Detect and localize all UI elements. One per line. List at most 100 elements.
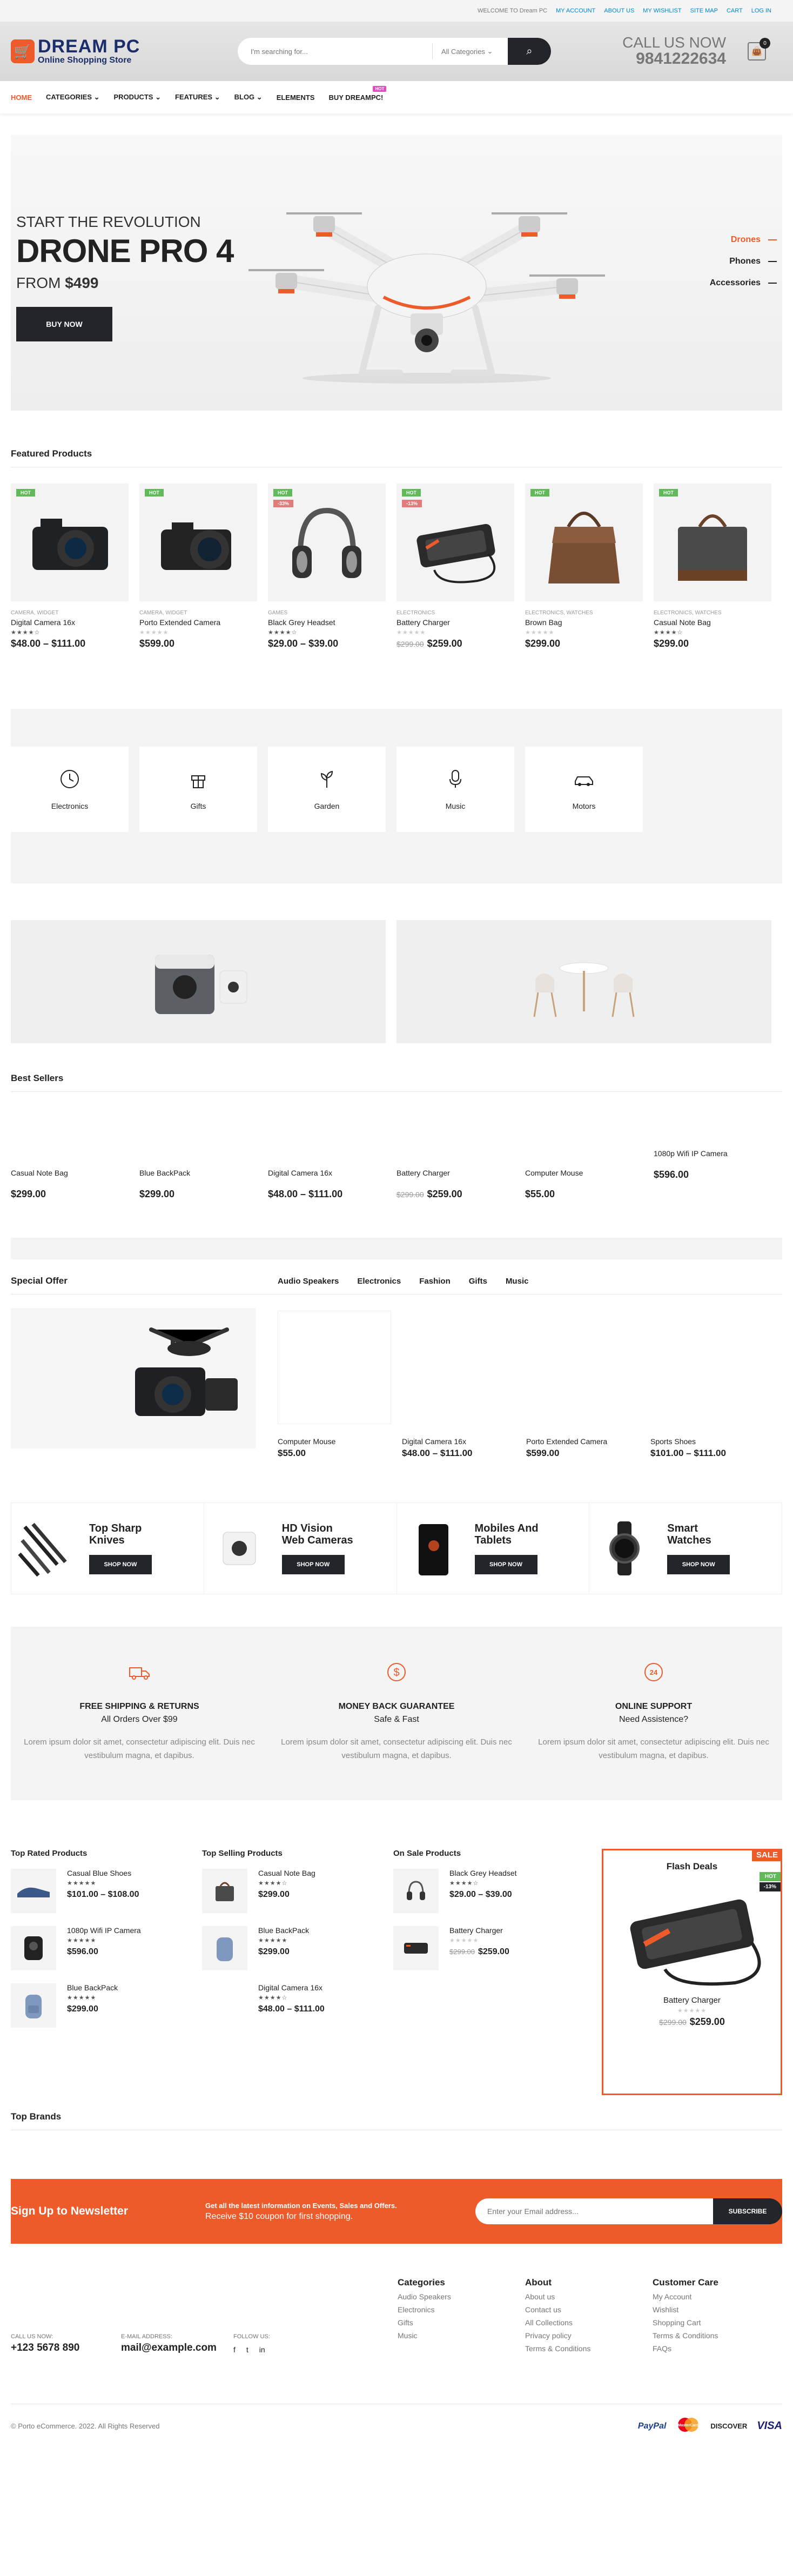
tab-gifts[interactable]: Gifts <box>469 1277 487 1286</box>
tab-music[interactable]: Music <box>506 1277 529 1286</box>
list-item[interactable]: 1080p Wifi IP Camera ★★★★★ $596.00 <box>11 1926 182 1970</box>
search-input[interactable] <box>238 38 432 65</box>
product-name[interactable]: Porto Extended Camera <box>139 618 257 627</box>
buy-now-button[interactable]: BUY NOW <box>16 307 112 341</box>
twitter-icon[interactable]: t <box>246 2345 248 2354</box>
product-thumb[interactable] <box>11 1926 56 1970</box>
bestseller-item[interactable]: Computer Mouse $55.00 <box>525 1103 643 1216</box>
product-name[interactable]: Blue BackPack <box>67 1983 118 1992</box>
product-thumb[interactable] <box>393 1926 439 1970</box>
search-button[interactable]: ⌕ <box>508 38 551 65</box>
list-item[interactable]: Casual Blue Shoes ★★★★★ $101.00 – $108.00 <box>11 1869 182 1913</box>
footer-link[interactable]: FAQs <box>653 2342 718 2355</box>
nav-buy-dreampc[interactable]: BUY DREAMPC! HOT <box>328 85 387 102</box>
product-image[interactable]: HOT <box>139 484 257 601</box>
shop-now-button[interactable]: SHOP NOW <box>281 1555 345 1574</box>
product-category[interactable]: CAMERA, WIDGET <box>139 610 257 616</box>
product-category[interactable]: CAMERA, WIDGET <box>11 610 129 616</box>
product-name[interactable]: Digital Camera 16x <box>402 1437 466 1446</box>
nav-home[interactable]: HOME <box>11 93 32 102</box>
list-item[interactable]: Digital Camera 16x ★★★★☆ $48.00 – $111.00 <box>202 1983 373 2028</box>
footer-link[interactable]: All Collections <box>525 2316 590 2329</box>
newsletter-email-input[interactable] <box>475 2198 713 2224</box>
special-item[interactable]: Computer Mouse $55.00 <box>278 1308 396 1465</box>
bestseller-item[interactable]: Casual Note Bag $299.00 <box>11 1103 129 1216</box>
product-name[interactable]: Blue BackPack <box>258 1926 309 1935</box>
product-name[interactable]: Computer Mouse <box>278 1437 335 1446</box>
product-card[interactable]: HOT -13% ELECTRONICS Battery Charger ★★★★… <box>396 484 514 649</box>
nav-categories[interactable]: CATEGORIES ⌄ <box>46 93 100 102</box>
product-name[interactable]: Casual Note Bag <box>11 1169 68 1177</box>
call-phone[interactable]: 9841222634 <box>622 50 726 68</box>
product-image[interactable]: HOT -33% <box>268 484 386 601</box>
facebook-icon[interactable]: f <box>233 2345 236 2354</box>
product-image[interactable]: HOT <box>654 484 771 601</box>
bestseller-item[interactable]: Digital Camera 16x $48.00 – $111.00 <box>268 1103 386 1216</box>
banner-camera[interactable] <box>11 920 386 1043</box>
footer-link[interactable]: Gifts <box>398 2316 451 2329</box>
product-card[interactable]: HOT ELECTRONICS, WATCHES Casual Note Bag… <box>654 484 771 649</box>
footer-link[interactable]: Terms & Conditions <box>653 2329 718 2342</box>
footer-link[interactable]: Privacy policy <box>525 2329 590 2342</box>
product-name[interactable]: Computer Mouse <box>525 1169 583 1177</box>
special-item[interactable]: Sports Shoes $101.00 – $111.00 <box>650 1308 769 1465</box>
product-thumb[interactable] <box>202 1926 247 1970</box>
footer-link[interactable]: About us <box>525 2290 590 2303</box>
product-thumb[interactable] <box>11 1983 56 2028</box>
bestseller-item[interactable]: 1080p Wifi IP Camera $596.00 <box>654 1103 771 1216</box>
category-garden[interactable]: Garden <box>268 747 386 832</box>
link-my-account[interactable]: MY ACCOUNT <box>556 8 595 14</box>
footer-phone-value[interactable]: +123 5678 890 <box>11 2342 79 2354</box>
promo-knives[interactable]: Top Sharp Knives SHOP NOW <box>11 1503 204 1594</box>
product-name[interactable]: Black Grey Headset <box>268 618 386 627</box>
footer-link[interactable]: Music <box>398 2329 451 2342</box>
category-gifts[interactable]: Gifts <box>139 747 257 832</box>
product-name[interactable]: Casual Note Bag <box>258 1869 315 1877</box>
product-thumb[interactable] <box>202 1983 247 2028</box>
list-item[interactable]: Blue BackPack ★★★★★ $299.00 <box>202 1926 373 1970</box>
link-about-us[interactable]: ABOUT US <box>604 8 634 14</box>
product-name[interactable]: Casual Note Bag <box>654 618 771 627</box>
product-name[interactable]: Battery Charger <box>603 1996 781 2005</box>
category-select[interactable]: All Categories ⌄ <box>432 43 508 59</box>
shop-now-button[interactable]: SHOP NOW <box>89 1555 152 1574</box>
product-card[interactable]: HOT CAMERA, WIDGET Digital Camera 16x ★★… <box>11 484 129 649</box>
nav-elements[interactable]: ELEMENTS <box>277 93 315 102</box>
product-name[interactable]: Battery Charger <box>396 1169 450 1177</box>
product-name[interactable]: Battery Charger <box>396 618 514 627</box>
product-name[interactable]: Brown Bag <box>525 618 643 627</box>
product-name[interactable]: Black Grey Headset <box>449 1869 517 1877</box>
hero-cat-accessories[interactable]: Accessories <box>710 278 777 288</box>
product-name[interactable]: Battery Charger <box>449 1926 509 1935</box>
footer-link[interactable]: Shopping Cart <box>653 2316 718 2329</box>
shop-now-button[interactable]: SHOP NOW <box>667 1555 730 1574</box>
product-category[interactable]: ELECTRONICS <box>396 610 514 616</box>
product-thumb[interactable] <box>11 1869 56 1913</box>
tab-audio-speakers[interactable]: Audio Speakers <box>278 1277 339 1286</box>
linkedin-icon[interactable]: in <box>259 2345 265 2354</box>
product-thumb[interactable] <box>202 1869 247 1913</box>
footer-link[interactable]: Contact us <box>525 2303 590 2316</box>
list-item[interactable]: Blue BackPack ★★★★★ $299.00 <box>11 1983 182 2028</box>
product-category[interactable]: ELECTRONICS, WATCHES <box>525 610 643 616</box>
nav-blog[interactable]: BLOG ⌄ <box>234 93 263 102</box>
footer-link[interactable]: Wishlist <box>653 2303 718 2316</box>
product-category[interactable]: GAMES <box>268 610 386 616</box>
product-category[interactable]: ELECTRONICS, WATCHES <box>654 610 771 616</box>
category-motors[interactable]: Motors <box>525 747 643 832</box>
product-image[interactable]: HOT <box>525 484 643 601</box>
product-card[interactable]: HOT -33% GAMES Black Grey Headset ★★★★☆ $… <box>268 484 386 649</box>
link-my-wishlist[interactable]: MY WISHLIST <box>643 8 681 14</box>
footer-link[interactable]: Electronics <box>398 2303 451 2316</box>
hero-cat-phones[interactable]: Phones <box>710 257 777 266</box>
footer-link[interactable]: Audio Speakers <box>398 2290 451 2303</box>
product-name[interactable]: Digital Camera 16x <box>258 1983 325 1992</box>
footer-link[interactable]: Terms & Conditions <box>525 2342 590 2355</box>
product-name[interactable]: Digital Camera 16x <box>268 1169 332 1177</box>
special-item[interactable]: Porto Extended Camera $599.00 <box>526 1308 645 1465</box>
category-electronics[interactable]: Electronics <box>11 747 129 832</box>
nav-products[interactable]: PRODUCTS ⌄ <box>114 93 161 102</box>
bestseller-item[interactable]: Blue BackPack $299.00 <box>139 1103 257 1216</box>
tab-electronics[interactable]: Electronics <box>357 1277 401 1286</box>
bestseller-item[interactable]: Battery Charger $299.00 $259.00 <box>396 1103 514 1216</box>
